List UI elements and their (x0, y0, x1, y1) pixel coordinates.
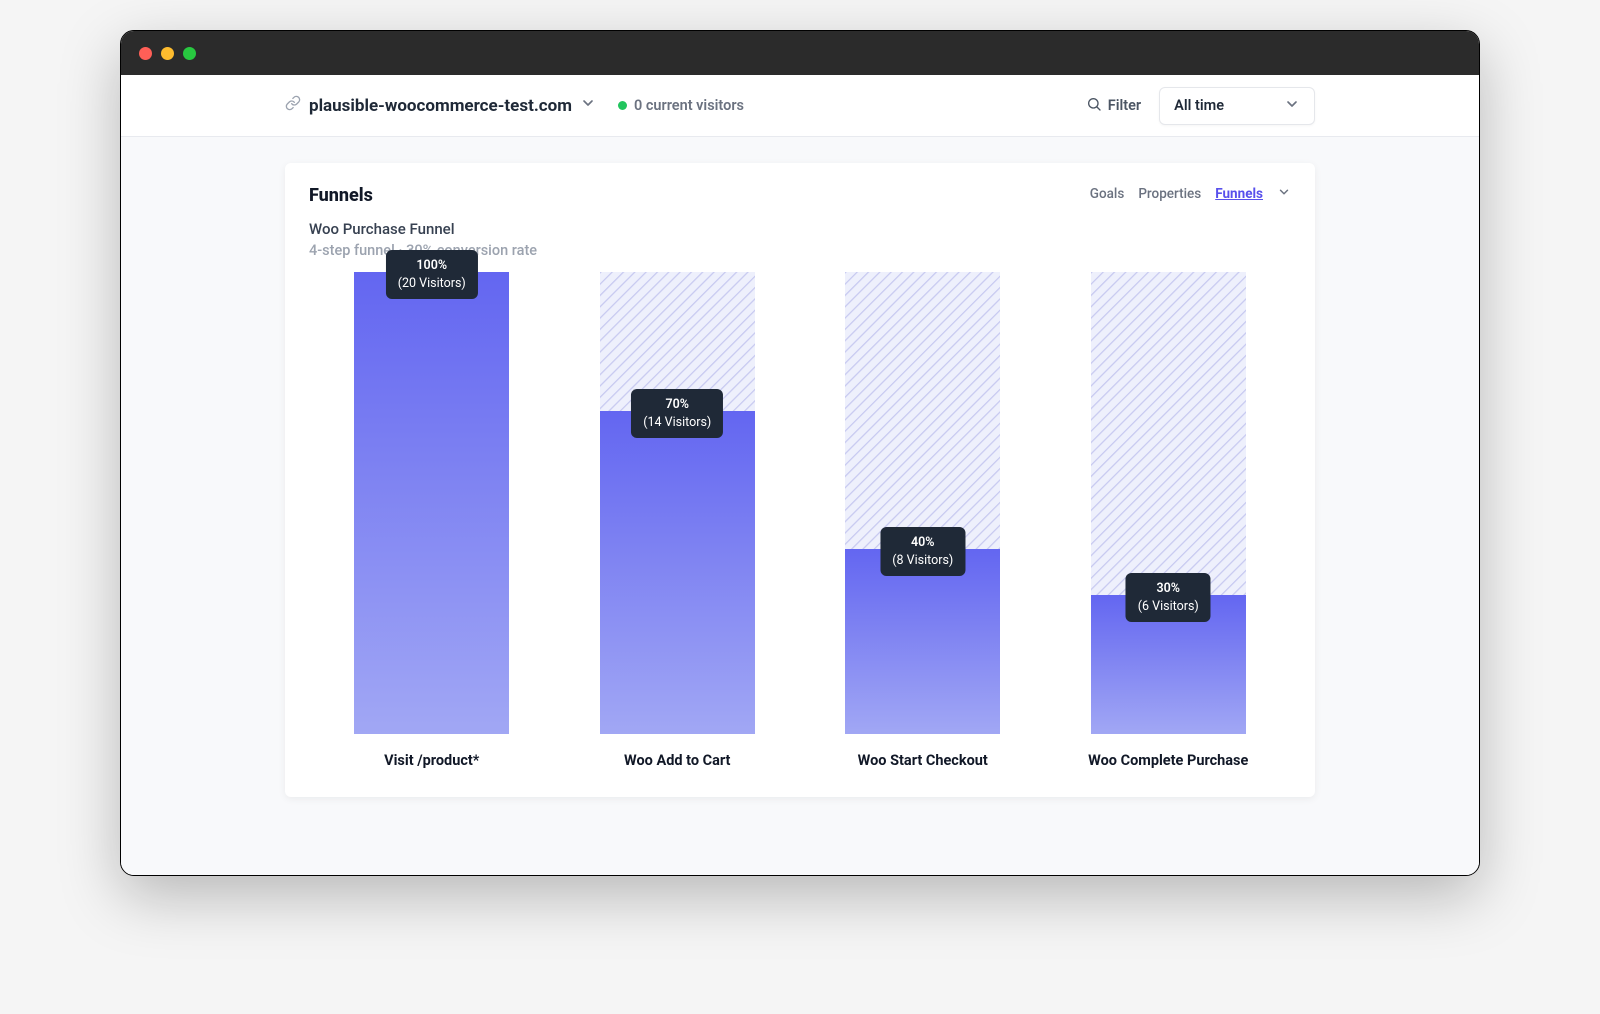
time-range-selector[interactable]: All time (1159, 87, 1315, 125)
tab-goals[interactable]: Goals (1090, 186, 1125, 202)
card-tabs: Goals Properties Funnels (1090, 185, 1291, 203)
site-selector[interactable]: plausible-woocommerce-test.com (285, 95, 596, 116)
tooltip-percentage: 100% (398, 257, 466, 275)
tab-funnels[interactable]: Funnels (1215, 186, 1263, 202)
funnel-chart: 100%(20 Visitors)Visit /product*70%(14 V… (309, 289, 1291, 769)
funnel-bar[interactable]: 100%(20 Visitors) (354, 272, 509, 734)
funnel-step-label: Woo Start Checkout (858, 752, 988, 769)
funnel-step-label: Woo Add to Cart (624, 752, 730, 769)
card-header: Funnels Goals Properties Funnels (309, 185, 1291, 206)
funnel-name: Woo Purchase Funnel (309, 220, 1291, 238)
funnel-bar[interactable]: 40%(8 Visitors) (845, 272, 1000, 734)
conversion-segment: 70%(14 Visitors) (600, 411, 755, 734)
funnel-step: 70%(14 Visitors) Woo Add to Cart (564, 272, 790, 769)
conversion-segment: 30%(6 Visitors) (1091, 595, 1246, 734)
funnel-step: 40%(8 Visitors) Woo Start Checkout (810, 272, 1036, 769)
maximize-window-icon[interactable] (183, 47, 196, 60)
tooltip-visitors: (6 Visitors) (1138, 598, 1199, 616)
browser-window: plausible-woocommerce-test.com 0 current… (120, 30, 1480, 876)
top-bar: plausible-woocommerce-test.com 0 current… (121, 75, 1479, 137)
tooltip-percentage: 70% (643, 396, 711, 414)
filter-label: Filter (1108, 97, 1141, 114)
site-name: plausible-woocommerce-test.com (309, 96, 572, 116)
traffic-lights (139, 47, 196, 60)
funnel-bar[interactable]: 30%(6 Visitors) (1091, 272, 1246, 734)
tooltip-visitors: (20 Visitors) (398, 275, 466, 293)
filter-button[interactable]: Filter (1086, 96, 1141, 116)
link-icon (285, 95, 301, 116)
tooltip-visitors: (14 Visitors) (643, 414, 711, 432)
conversion-segment: 40%(8 Visitors) (845, 549, 1000, 734)
chevron-down-icon (580, 95, 596, 116)
window-titlebar (121, 31, 1479, 75)
tooltip-percentage: 30% (1138, 580, 1199, 598)
chevron-down-icon[interactable] (1277, 185, 1291, 203)
funnel-step-label: Visit /product* (384, 752, 479, 769)
tooltip-percentage: 40% (892, 534, 953, 552)
funnel-step: 100%(20 Visitors) Visit /product* (319, 272, 545, 769)
search-icon (1086, 96, 1102, 116)
funnel-tooltip: 30%(6 Visitors) (1126, 573, 1211, 622)
funnel-card: Funnels Goals Properties Funnels Woo Pur… (285, 163, 1315, 797)
funnel-tooltip: 40%(8 Visitors) (880, 527, 965, 576)
funnel-step-label: Woo Complete Purchase (1088, 752, 1248, 769)
tab-properties[interactable]: Properties (1138, 186, 1201, 202)
card-title: Funnels (309, 185, 373, 206)
range-label: All time (1174, 97, 1224, 114)
visitors-text: 0 current visitors (634, 97, 744, 114)
tooltip-visitors: (8 Visitors) (892, 552, 953, 570)
funnel-step: 30%(6 Visitors) Woo Complete Purchase (1055, 272, 1281, 769)
minimize-window-icon[interactable] (161, 47, 174, 60)
chevron-down-icon (1284, 96, 1300, 116)
close-window-icon[interactable] (139, 47, 152, 60)
funnel-tooltip: 70%(14 Visitors) (631, 389, 723, 438)
dropoff-segment (1091, 272, 1246, 595)
live-dot-icon (618, 101, 627, 110)
conversion-segment: 100%(20 Visitors) (354, 272, 509, 734)
current-visitors[interactable]: 0 current visitors (618, 97, 744, 114)
funnel-bar[interactable]: 70%(14 Visitors) (600, 272, 755, 734)
funnel-tooltip: 100%(20 Visitors) (386, 250, 478, 299)
dropoff-segment (845, 272, 1000, 549)
app-body: plausible-woocommerce-test.com 0 current… (121, 75, 1479, 875)
